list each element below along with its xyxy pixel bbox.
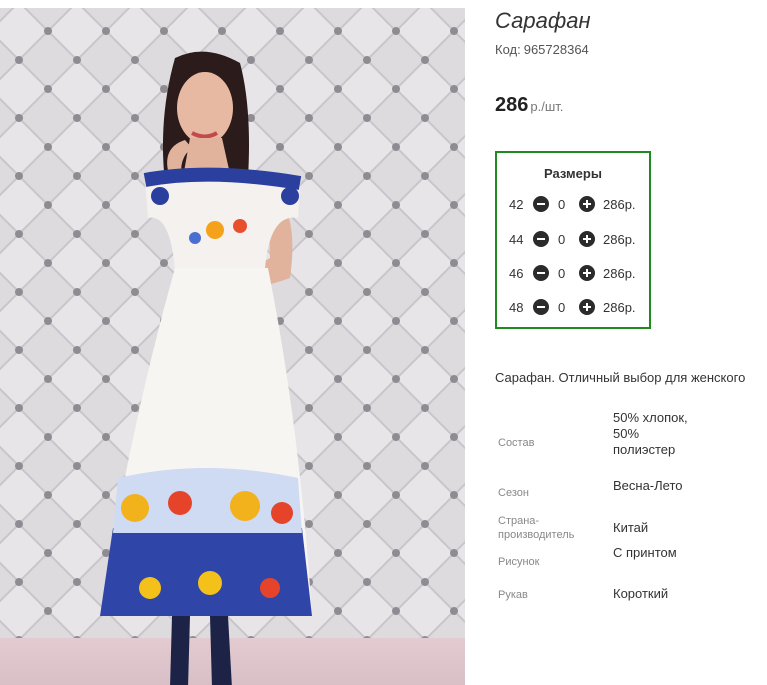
product-title: Сарафан: [495, 8, 591, 33]
product-code-value: 965728364: [523, 42, 589, 57]
size-quantity: 0: [558, 197, 566, 212]
size-price: 286р.: [603, 300, 636, 315]
product-photo[interactable]: [0, 8, 465, 685]
size-price: 286р.: [603, 197, 636, 212]
product-code: Код: 965728364: [495, 42, 589, 57]
spec-value: Китай: [613, 520, 649, 535]
product-photo-illustration: [0, 8, 465, 685]
size-quantity: 0: [558, 300, 566, 315]
size-row: 46 0 286р.: [497, 264, 649, 284]
size-quantity: 0: [558, 232, 566, 247]
plus-bar: [586, 269, 588, 277]
spec-name: Состав: [498, 437, 535, 449]
spec-value: Короткий: [613, 586, 669, 601]
spec-value: 50% хлопок, 50% полиэстер: [613, 410, 688, 457]
price-unit: р./шт.: [530, 99, 564, 114]
size-label: 42: [509, 197, 524, 212]
plus-bar: [586, 235, 588, 243]
decrease-qty-button[interactable]: [533, 231, 549, 247]
spec-name: Рукав: [498, 589, 528, 601]
spec-name: Сезон: [498, 487, 529, 499]
minus-circle-icon: [537, 203, 545, 205]
price-value: 286: [495, 94, 529, 116]
size-price: 286р.: [603, 232, 636, 247]
sizes-title: Размеры: [544, 166, 602, 181]
plus-bar: [586, 200, 588, 208]
minus-circle-icon: [537, 272, 545, 274]
decrease-qty-button[interactable]: [533, 196, 549, 212]
minus-circle-icon: [537, 306, 545, 308]
decrease-qty-button[interactable]: [533, 299, 549, 315]
product-description: Сарафан. Отличный выбор для женского: [495, 370, 746, 385]
spec-name: Рисунок: [498, 556, 540, 568]
size-row: 44 0 286р.: [497, 230, 649, 250]
spec-value: Весна-Лето: [613, 478, 683, 493]
decrease-qty-button[interactable]: [533, 265, 549, 281]
size-label: 44: [509, 232, 524, 247]
increase-qty-button[interactable]: [579, 265, 595, 281]
increase-qty-button[interactable]: [579, 231, 595, 247]
increase-qty-button[interactable]: [579, 196, 595, 212]
sizes-panel: Размеры 42 0 286р. 44 0 286р. 46 0 286р.…: [495, 151, 651, 329]
size-quantity: 0: [558, 266, 566, 281]
size-row: 42 0 286р.: [497, 195, 649, 215]
size-price: 286р.: [603, 266, 636, 281]
spec-name: Страна-производитель: [498, 515, 575, 541]
product-price: 286 р./шт.: [495, 94, 563, 117]
size-label: 46: [509, 266, 524, 281]
size-label: 48: [509, 300, 524, 315]
increase-qty-button[interactable]: [579, 299, 595, 315]
plus-bar: [586, 303, 588, 311]
minus-circle-icon: [537, 238, 545, 240]
size-row: 48 0 286р.: [497, 298, 649, 318]
spec-value: С принтом: [613, 545, 677, 560]
product-code-label: Код:: [495, 42, 521, 57]
